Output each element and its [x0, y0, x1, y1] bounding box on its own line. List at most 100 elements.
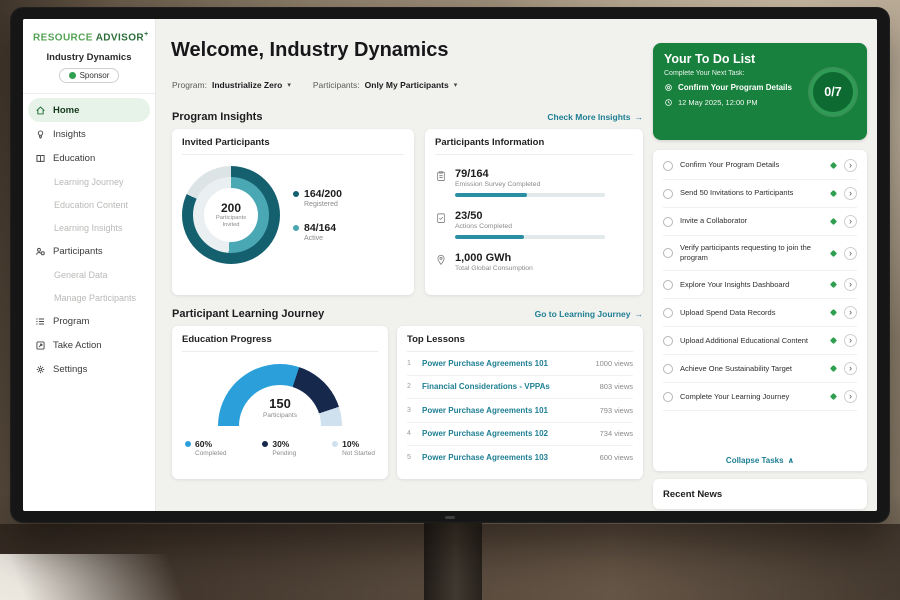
- sidebar-item-participants[interactable]: Participants: [23, 239, 155, 263]
- chevron-right-button[interactable]: ›: [844, 278, 857, 291]
- stat-row: 23/50 Actions Completed: [435, 210, 633, 239]
- lesson-link[interactable]: Power Purchase Agreements 101: [422, 406, 593, 415]
- sidebar-divider: [23, 93, 155, 94]
- sponsor-icon: [69, 72, 76, 79]
- task-row[interactable]: Confirm Your Program Details ›: [663, 152, 857, 180]
- sidebar-item-label: Settings: [53, 364, 87, 375]
- lesson-link[interactable]: Power Purchase Agreements 101: [422, 359, 588, 368]
- sponsor-badge: Sponsor: [59, 68, 120, 83]
- task-checkbox[interactable]: [663, 217, 673, 227]
- sidebar-item-insights[interactable]: Insights: [23, 122, 155, 146]
- stat-value: 23/50: [455, 210, 605, 222]
- lesson-row: 2 Financial Considerations - VPPAs 803 v…: [407, 376, 633, 400]
- task-checkbox[interactable]: [663, 364, 673, 374]
- invited-donut-chart: 200 Participants Invited 164/200: [182, 166, 404, 264]
- card-title: Top Lessons: [407, 334, 633, 352]
- lesson-views: 1000 views: [595, 359, 633, 368]
- task-checkbox[interactable]: [663, 189, 673, 199]
- sidebar-item-label: Education Content: [54, 200, 128, 210]
- next-task-label: Confirm Your Program Details: [678, 83, 792, 92]
- legend-label: Registered: [304, 201, 342, 208]
- chevron-right-button[interactable]: ›: [844, 390, 857, 403]
- participants-information-card: Participants Information 79/164 Emission…: [425, 129, 643, 295]
- monitor-bezel: RESOURCE ADVISOR+ Industry Dynamics Spon…: [10, 7, 890, 523]
- participants-filter[interactable]: Participants: Only My Participants ▾: [313, 80, 457, 90]
- task-row[interactable]: Verify participants requesting to join t…: [663, 236, 857, 271]
- lesson-rank: 4: [407, 430, 415, 437]
- check-more-insights-link[interactable]: Check More Insights →: [547, 112, 643, 122]
- sidebar-item-label: Participants: [53, 246, 103, 257]
- lesson-link[interactable]: Power Purchase Agreements 102: [422, 429, 593, 438]
- chevron-right-button[interactable]: ›: [844, 334, 857, 347]
- collapse-label: Collapse Tasks: [726, 456, 784, 465]
- collapse-tasks-link[interactable]: Collapse Tasks ∧: [663, 448, 857, 465]
- task-label: Explore Your Insights Dashboard: [680, 280, 824, 290]
- task-checkbox[interactable]: [663, 308, 673, 318]
- legend-label: Pending: [272, 450, 296, 457]
- sidebar-item-manage-participants[interactable]: Manage Participants: [23, 286, 155, 309]
- sidebar-item-education[interactable]: Education: [23, 146, 155, 170]
- sidebar-item-program[interactable]: Program: [23, 309, 155, 333]
- sidebar-item-label: Education: [53, 153, 95, 164]
- org-name: Industry Dynamics: [23, 52, 155, 63]
- task-label: Confirm Your Program Details: [680, 160, 824, 170]
- card-title: Participants Information: [435, 137, 633, 155]
- task-checkbox[interactable]: [663, 248, 673, 258]
- reward-icon: [830, 250, 837, 257]
- consumption-pin-icon: [435, 254, 447, 266]
- chevron-right-button[interactable]: ›: [844, 159, 857, 172]
- sidebar-item-learning-journey[interactable]: Learning Journey: [23, 170, 155, 193]
- task-row[interactable]: Invite a Collaborator ›: [663, 208, 857, 236]
- legend-dot: [293, 225, 299, 231]
- sidebar-item-label: Learning Insights: [54, 223, 123, 233]
- chevron-right-button[interactable]: ›: [844, 362, 857, 375]
- task-checkbox[interactable]: [663, 336, 673, 346]
- todo-summary-card: Your To Do List Complete Your Next Task:…: [653, 43, 867, 140]
- recent-news-header[interactable]: Recent News: [653, 479, 867, 509]
- sidebar-item-learning-insights[interactable]: Learning Insights: [23, 216, 155, 239]
- task-checkbox[interactable]: [663, 280, 673, 290]
- logo-plus: +: [144, 31, 149, 38]
- sidebar-item-settings[interactable]: Settings: [23, 357, 155, 381]
- program-filter[interactable]: Program: Industrialize Zero ▾: [172, 80, 291, 90]
- chevron-right-button[interactable]: ›: [844, 306, 857, 319]
- chevron-right-button[interactable]: ›: [844, 215, 857, 228]
- legend-label: Active: [304, 235, 342, 242]
- lesson-rank: 3: [407, 407, 415, 414]
- legend-value: 60%: [195, 439, 212, 449]
- chevron-right-button[interactable]: ›: [844, 187, 857, 200]
- go-to-learning-journey-link[interactable]: Go to Learning Journey →: [535, 309, 643, 319]
- reward-icon: [830, 218, 837, 225]
- sidebar-item-take-action[interactable]: Take Action: [23, 333, 155, 357]
- legend-value: 30%: [272, 439, 289, 449]
- task-row[interactable]: Complete Your Learning Journey ›: [663, 383, 857, 411]
- task-label: Verify participants requesting to join t…: [680, 243, 824, 263]
- task-checkbox[interactable]: [663, 392, 673, 402]
- donut-outer-ring: 200 Participants Invited: [182, 166, 280, 264]
- sidebar-item-home[interactable]: Home: [28, 98, 150, 122]
- donut-center-value: 200: [221, 201, 241, 215]
- task-row[interactable]: Upload Additional Educational Content ›: [663, 327, 857, 355]
- task-row[interactable]: Send 50 Invitations to Participants ›: [663, 180, 857, 208]
- reward-icon: [830, 393, 837, 400]
- donut-center: 200 Participants Invited: [204, 188, 258, 242]
- task-row[interactable]: Explore Your Insights Dashboard ›: [663, 271, 857, 299]
- task-checkbox[interactable]: [663, 161, 673, 171]
- legend-value: 84/164: [304, 222, 336, 234]
- legend-dot: [332, 441, 338, 447]
- task-row[interactable]: Achieve One Sustainability Target ›: [663, 355, 857, 383]
- sidebar-item-education-content[interactable]: Education Content: [23, 193, 155, 216]
- survey-clipboard-icon: [435, 170, 447, 182]
- sidebar-item-label: Learning Journey: [54, 177, 124, 187]
- lesson-views: 803 views: [600, 382, 633, 391]
- sidebar-item-general-data[interactable]: General Data: [23, 263, 155, 286]
- stat-row: 1,000 GWh Total Global Consumption: [435, 252, 633, 272]
- lesson-link[interactable]: Power Purchase Agreements 103: [422, 453, 593, 462]
- todo-next-task[interactable]: Confirm Your Program Details: [664, 83, 804, 92]
- app-logo: RESOURCE ADVISOR+: [23, 19, 155, 43]
- dashboard-screen: RESOURCE ADVISOR+ Industry Dynamics Spon…: [23, 19, 877, 511]
- lesson-link[interactable]: Financial Considerations - VPPAs: [422, 382, 593, 391]
- chevron-right-button[interactable]: ›: [844, 247, 857, 260]
- progress-fill: [455, 193, 527, 197]
- task-row[interactable]: Upload Spend Data Records ›: [663, 299, 857, 327]
